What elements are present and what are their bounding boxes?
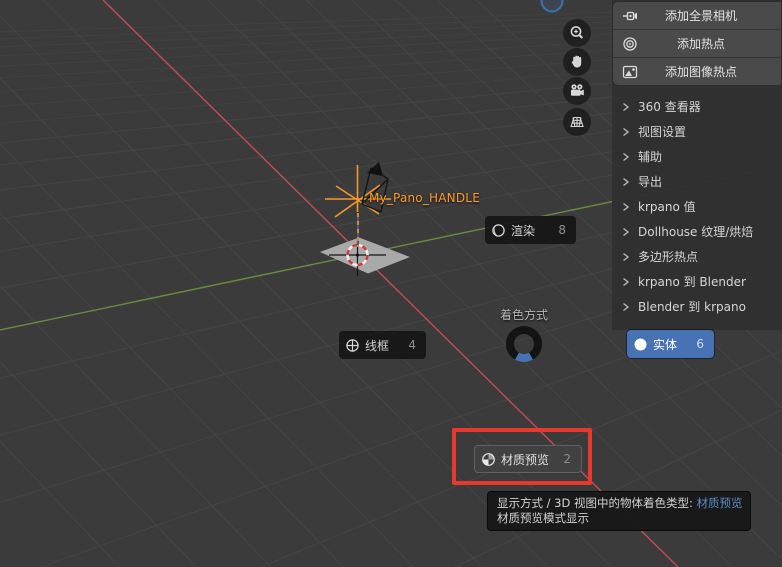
sidebar-action-buttons: 添加全景相机 添加热点 添加图像热点 <box>613 2 781 85</box>
material-sphere-icon <box>475 452 501 467</box>
pie-option-wireframe[interactable]: 线框 4 <box>339 331 426 359</box>
grid-icon <box>570 116 584 128</box>
movie-camera-icon <box>571 84 584 96</box>
solid-sphere-icon <box>627 337 653 352</box>
button-label: 添加全景相机 <box>664 9 737 23</box>
sidebar-section-label: krpano 到 Blender <box>638 275 746 289</box>
pie-option-label: 材质预览 <box>501 452 550 467</box>
pie-option-shortcut: 6 <box>696 337 704 351</box>
sidebar-section-label: Dollhouse 纹理/烘焙 <box>638 225 754 239</box>
magnifier-plus-icon <box>570 26 584 39</box>
pie-option-label: 实体 <box>653 337 678 352</box>
button-label: 添加图像热点 <box>664 65 737 79</box>
image-hotspot-icon <box>613 64 647 80</box>
sidebar-sections: 360 查看器 视图设置辅助导出 krpano 值 Dollhouse 纹理/烘焙 多边… <box>612 94 782 319</box>
pan-button[interactable] <box>563 48 591 76</box>
pie-ring-widget[interactable] <box>506 326 542 362</box>
sidebar-section-8[interactable]: Blender 到 krpano <box>612 294 782 319</box>
add-hotspot-button[interactable]: 添加热点 <box>613 30 781 58</box>
zoom-button[interactable] <box>563 19 591 47</box>
pie-option-label: 线框 <box>365 338 390 353</box>
sidebar-section-0[interactable]: 360 查看器 <box>612 94 782 119</box>
tooltip-line1-value: 材质预览 <box>696 496 743 510</box>
hotspot-icon <box>613 36 647 52</box>
chevron-right-icon <box>621 102 633 112</box>
perspective-toggle-button[interactable] <box>563 108 591 136</box>
wireframe-sphere-icon <box>339 338 365 353</box>
hand-icon <box>571 55 582 68</box>
add-image-hotspot-button[interactable]: 添加图像热点 <box>613 58 781 85</box>
sidebar-section-4[interactable]: krpano 值 <box>612 194 782 219</box>
pie-menu-title: 着色方式 <box>499 308 548 322</box>
sidebar-section-5[interactable]: Dollhouse 纹理/烘焙 <box>612 219 782 244</box>
sidebar-section-label: 导出 <box>638 175 663 189</box>
camera-view-button[interactable] <box>563 77 591 105</box>
button-label: 添加热点 <box>676 37 725 51</box>
sidebar-section-label: 多边形热点 <box>638 250 699 264</box>
sidebar-panel: 添加全景相机 添加热点 添加图像热点 360 查看器视图设置 辅助 导出 krp… <box>612 0 782 330</box>
object-name-label: My_Pano_HANDLE <box>369 191 480 205</box>
chevron-right-icon <box>621 177 633 187</box>
chevron-right-icon <box>621 252 633 262</box>
pie-ring-highlight <box>515 352 533 362</box>
rendered-sphere-icon <box>485 223 511 238</box>
sidebar-section-label: Blender 到 krpano <box>638 300 746 314</box>
pie-option-rendered[interactable]: 渲染 8 <box>485 216 576 244</box>
pie-option-shortcut: 8 <box>558 223 566 237</box>
pie-option-shortcut: 2 <box>563 452 571 466</box>
chevron-right-icon <box>621 302 633 312</box>
tooltip-line1: 显示方式 / 3D 视图中的物体着色类型: 材质预览 <box>497 496 743 511</box>
sidebar-section-label: 360 查看器 <box>638 100 701 114</box>
sidebar-section-2[interactable]: 辅助 <box>612 144 782 169</box>
tooltip: 显示方式 / 3D 视图中的物体着色类型: 材质预览 材质预览模式显示 <box>487 491 751 531</box>
panorama-camera-icon <box>613 9 647 23</box>
sidebar-section-1[interactable]: 视图设置 <box>612 119 782 144</box>
chevron-right-icon <box>621 202 633 212</box>
sidebar-section-6[interactable]: 多边形热点 <box>612 244 782 269</box>
chevron-right-icon <box>621 227 633 237</box>
pie-option-label: 渲染 <box>511 223 536 238</box>
sidebar-section-label: 辅助 <box>638 150 663 164</box>
sidebar-section-label: krpano 值 <box>638 200 696 214</box>
pie-option-solid[interactable]: 实体 6 <box>627 330 714 358</box>
tooltip-line2: 材质预览模式显示 <box>497 511 589 525</box>
pie-option-shortcut: 4 <box>408 338 416 352</box>
sidebar-section-label: 视图设置 <box>638 125 687 139</box>
sidebar-section-7[interactable]: krpano 到 Blender <box>612 269 782 294</box>
tooltip-line1-text: 显示方式 / 3D 视图中的物体着色类型: <box>497 496 697 510</box>
chevron-right-icon <box>621 127 633 137</box>
chevron-right-icon <box>621 277 633 287</box>
sidebar-section-3[interactable]: 导出 <box>612 169 782 194</box>
add-panorama-camera-button[interactable]: 添加全景相机 <box>613 2 781 30</box>
navigation-gizmo[interactable] <box>540 0 564 13</box>
chevron-right-icon <box>621 152 633 162</box>
pie-option-material-preview[interactable]: 材质预览 2 <box>474 445 582 473</box>
